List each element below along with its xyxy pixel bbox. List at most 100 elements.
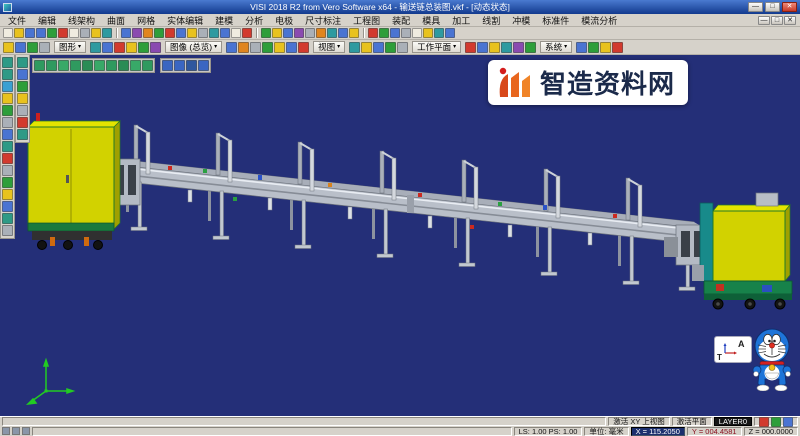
- toolbar-icon[interactable]: [305, 28, 315, 38]
- toolbar-icon[interactable]: [143, 28, 153, 38]
- mdi-minimize-button[interactable]: —: [758, 16, 770, 25]
- menu-item[interactable]: 网格: [131, 14, 161, 27]
- toolbar-icon[interactable]: [174, 60, 185, 71]
- toolbar-icon[interactable]: [379, 28, 389, 38]
- toolbar-icon[interactable]: [338, 28, 348, 38]
- toolbar-icon[interactable]: [198, 60, 209, 71]
- menu-item[interactable]: 模流分析: [575, 14, 623, 27]
- toolbar-icon[interactable]: [385, 42, 396, 53]
- toolbar-icon[interactable]: [17, 69, 28, 80]
- toolbar-icon[interactable]: [445, 28, 455, 38]
- status-layer[interactable]: LAYER0: [714, 417, 752, 426]
- cad-model-canvas[interactable]: [0, 55, 800, 416]
- toolbar-dropdown-system[interactable]: 系统▾: [540, 41, 572, 53]
- toolbar-icon[interactable]: [2, 129, 13, 140]
- toolbar-icon[interactable]: [114, 42, 125, 53]
- toolbar-icon[interactable]: [138, 42, 149, 53]
- toolbar-icon[interactable]: [250, 42, 261, 53]
- toolbar-icon[interactable]: [220, 28, 230, 38]
- toolbar-icon[interactable]: [70, 60, 81, 71]
- toolbar-icon[interactable]: [489, 42, 500, 53]
- toolbar-icon[interactable]: [349, 42, 360, 53]
- status-tool-icon[interactable]: [22, 427, 30, 435]
- toolbar-icon[interactable]: [46, 60, 57, 71]
- toolbar-icon[interactable]: [262, 42, 273, 53]
- toolbar-icon[interactable]: [226, 42, 237, 53]
- toolbar-icon[interactable]: [412, 28, 422, 38]
- toolbar-dropdown-workplane[interactable]: 工作平面▾: [412, 41, 461, 53]
- close-button[interactable]: ✕: [782, 2, 797, 12]
- toolbar-icon[interactable]: [154, 28, 164, 38]
- mdi-close-button[interactable]: ✕: [784, 16, 796, 25]
- toolbar-icon[interactable]: [15, 42, 26, 53]
- toolbar-icon[interactable]: [2, 105, 13, 116]
- status-tool-icon[interactable]: [2, 427, 10, 435]
- toolbar-icon[interactable]: [102, 42, 113, 53]
- toolbar-icon[interactable]: [58, 60, 69, 71]
- toolbar-icon[interactable]: [368, 28, 378, 38]
- toolbar-icon[interactable]: [17, 57, 28, 68]
- toolbar-icon[interactable]: [34, 60, 45, 71]
- toolbar-icon[interactable]: [25, 28, 35, 38]
- menu-item[interactable]: 冲模: [506, 14, 536, 27]
- toolbar-icon[interactable]: [14, 28, 24, 38]
- toolbar-icon[interactable]: [102, 28, 112, 38]
- toolbar-icon[interactable]: [238, 42, 249, 53]
- orientation-widget[interactable]: A T: [714, 336, 752, 363]
- status-tool-icon[interactable]: [12, 427, 20, 435]
- toolbar-icon[interactable]: [261, 28, 271, 38]
- toolbar-icon[interactable]: [2, 117, 13, 128]
- toolbar-icon[interactable]: [186, 60, 197, 71]
- menu-item[interactable]: 实体编辑: [161, 14, 209, 27]
- toolbar-icon[interactable]: [2, 165, 13, 176]
- toolbar-icon[interactable]: [759, 417, 769, 427]
- toolbar-icon[interactable]: [90, 42, 101, 53]
- toolbar-icon[interactable]: [373, 42, 384, 53]
- toolbar-icon[interactable]: [2, 201, 13, 212]
- status-active-plane[interactable]: 激活平面: [672, 417, 712, 426]
- toolbar-icon[interactable]: [3, 42, 14, 53]
- toolbar-icon[interactable]: [198, 28, 208, 38]
- toolbar-icon[interactable]: [2, 225, 13, 236]
- menu-item[interactable]: 文件: [2, 14, 32, 27]
- toolbar-icon[interactable]: [47, 28, 57, 38]
- toolbar-icon[interactable]: [2, 177, 13, 188]
- toolbar-icon[interactable]: [126, 42, 137, 53]
- toolbar-icon[interactable]: [176, 28, 186, 38]
- toolbar-icon[interactable]: [513, 42, 524, 53]
- toolbar-icon[interactable]: [17, 105, 28, 116]
- menu-item[interactable]: 建模: [209, 14, 239, 27]
- toolbar-icon[interactable]: [2, 213, 13, 224]
- toolbar-icon[interactable]: [82, 60, 93, 71]
- toolbar-icon[interactable]: [423, 28, 433, 38]
- toolbar-icon[interactable]: [39, 42, 50, 53]
- toolbar-icon[interactable]: [165, 28, 175, 38]
- toolbar-icon[interactable]: [2, 93, 13, 104]
- toolbar-icon[interactable]: [2, 69, 13, 80]
- menu-item[interactable]: 线割: [476, 14, 506, 27]
- toolbar-icon[interactable]: [121, 28, 131, 38]
- toolbar-icon[interactable]: [434, 28, 444, 38]
- toolbar-icon[interactable]: [3, 28, 13, 38]
- toolbar-icon[interactable]: [600, 42, 611, 53]
- toolbar-dropdown-image-overview[interactable]: 图像 (总览)▾: [165, 41, 222, 53]
- menu-item[interactable]: 尺寸标注: [299, 14, 347, 27]
- toolbar-icon[interactable]: [69, 28, 79, 38]
- toolbar-icon[interactable]: [612, 42, 623, 53]
- toolbar-icon[interactable]: [209, 28, 219, 38]
- toolbar-icon[interactable]: [327, 28, 337, 38]
- toolbar-icon[interactable]: [130, 60, 141, 71]
- conveyor-frame[interactable]: [106, 125, 710, 291]
- maximize-button[interactable]: □: [765, 2, 780, 12]
- mdi-restore-button[interactable]: □: [771, 16, 783, 25]
- menu-item[interactable]: 分析: [239, 14, 269, 27]
- toolbar-icon[interactable]: [298, 42, 309, 53]
- toolbar-icon[interactable]: [91, 28, 101, 38]
- menu-item[interactable]: 工程图: [347, 14, 386, 27]
- toolbar-icon[interactable]: [2, 153, 13, 164]
- toolbar-icon[interactable]: [94, 60, 105, 71]
- toolbar-icon[interactable]: [401, 28, 411, 38]
- toolbar-icon[interactable]: [397, 42, 408, 53]
- toolbar-icon[interactable]: [783, 417, 793, 427]
- toolbar-icon[interactable]: [390, 28, 400, 38]
